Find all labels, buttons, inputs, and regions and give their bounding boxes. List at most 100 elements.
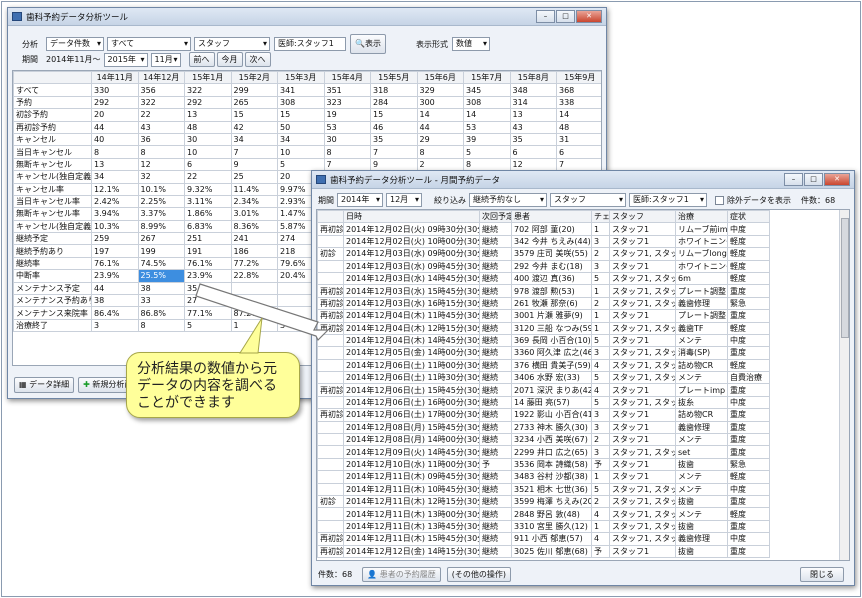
table-cell[interactable]: 1 bbox=[230, 318, 278, 333]
table-cell[interactable]: 9.32% bbox=[184, 182, 232, 196]
table-cell[interactable]: 14 bbox=[416, 108, 464, 122]
list-item[interactable]: 再初診2014年12月04日(木) 12時15分(30分間)継続3120 三船 … bbox=[317, 321, 770, 335]
table-cell[interactable]: 8.36% bbox=[230, 219, 278, 234]
period-year-select[interactable]: 2015年 bbox=[103, 52, 148, 67]
table-cell[interactable]: 2 bbox=[416, 157, 464, 172]
column-header[interactable]: 15年6月 bbox=[416, 71, 464, 85]
table-cell[interactable]: 9 bbox=[230, 157, 278, 172]
table-cell[interactable]: 338 bbox=[556, 95, 601, 110]
column-header[interactable]: 15年1月 bbox=[184, 71, 232, 85]
table-cell[interactable]: 300 bbox=[416, 95, 464, 110]
column-header[interactable]: 次回予定 bbox=[479, 210, 512, 224]
list-item[interactable]: 再初診2014年12月06日(土) 15時45分(30分間)継続2071 深沢 … bbox=[317, 383, 770, 397]
table-cell[interactable]: 29 bbox=[416, 132, 464, 147]
table-cell[interactable]: 32 bbox=[137, 170, 185, 184]
table-cell[interactable]: 48 bbox=[184, 120, 232, 134]
doctor-select[interactable]: 医師:スタッフ1 bbox=[274, 37, 346, 51]
table-cell[interactable]: 44 bbox=[91, 120, 139, 134]
maximize-button[interactable]: □ bbox=[556, 10, 575, 23]
table-cell[interactable]: 191 bbox=[184, 244, 232, 258]
table-cell[interactable]: 318 bbox=[370, 83, 418, 97]
list-item[interactable]: 再初診2014年12月11日(木) 15時45分(30分間)継続911 小西 郁… bbox=[317, 532, 770, 546]
table-cell[interactable]: 8.99% bbox=[137, 219, 185, 234]
list-item[interactable]: 2014年12月03日(水) 09時45分(30分間)継続292 今井 まむ(1… bbox=[317, 259, 770, 273]
table-cell[interactable]: 36 bbox=[137, 132, 185, 147]
table-cell[interactable]: 53 bbox=[323, 120, 371, 134]
column-header[interactable]: 15年8月 bbox=[509, 71, 557, 85]
list-item[interactable]: 再初診2014年12月12日(金) 14時15分(30分間)継続3025 佐川 … bbox=[317, 544, 770, 558]
list-item[interactable]: 2014年12月10日(水) 11時00分(30分間)予3536 岡本 詩織(5… bbox=[317, 457, 770, 472]
list-item[interactable]: 2014年12月06日(土) 11時00分(30分間)継続376 横田 貴美子(… bbox=[317, 358, 770, 373]
list-item[interactable]: 初診2014年12月11日(木) 12時15分(30分間)継続3599 梅澤 ち… bbox=[317, 494, 770, 509]
analysis-window-titlebar[interactable]: 歯科予約データ分析ツール – □ ✕ bbox=[8, 8, 606, 26]
patient-history-button[interactable]: 👤 患者の予約履歴 bbox=[362, 567, 441, 582]
table-cell[interactable]: 44 bbox=[91, 281, 139, 296]
data-type-select[interactable]: データ件数 bbox=[46, 37, 104, 51]
table-cell[interactable]: 7 bbox=[230, 145, 278, 159]
table-cell[interactable]: 2.34% bbox=[230, 194, 278, 209]
table-cell[interactable]: 48 bbox=[556, 120, 601, 134]
narrow-select[interactable]: 継続予約なし bbox=[469, 193, 547, 207]
table-cell[interactable]: 267 bbox=[137, 232, 185, 246]
list-item[interactable]: 再初診2014年12月03日(水) 16時15分(30分間)継続261 牧瀬 那… bbox=[317, 296, 770, 311]
table-cell[interactable]: 35 bbox=[370, 132, 418, 147]
display-format-select[interactable]: 数値 bbox=[451, 37, 490, 51]
table-cell[interactable]: 186 bbox=[230, 244, 278, 258]
column-header[interactable]: 14年11月 bbox=[91, 71, 139, 85]
list-item[interactable]: 2014年12月08日(月) 14時00分(30分間)継続3234 小西 美咲(… bbox=[317, 433, 770, 447]
next-button[interactable]: 次へ bbox=[244, 52, 271, 67]
column-header[interactable]: 15年9月 bbox=[556, 71, 601, 85]
list-item[interactable]: 初診2014年12月03日(水) 09時00分(30分間)継続3579 庄司 美… bbox=[317, 247, 770, 261]
minimize-button[interactable]: – bbox=[784, 173, 803, 186]
table-cell[interactable]: 7 bbox=[556, 157, 601, 172]
table-cell[interactable]: 6 bbox=[184, 157, 232, 172]
exclude-checkbox[interactable] bbox=[715, 195, 724, 205]
column-header[interactable]: 症状 bbox=[727, 210, 770, 224]
column-header[interactable]: 14年12月 bbox=[137, 71, 185, 85]
table-cell[interactable]: 330 bbox=[91, 83, 139, 97]
table-cell[interactable]: 8 bbox=[137, 145, 185, 159]
this-month-button[interactable]: 今月 bbox=[216, 52, 243, 67]
table-cell[interactable]: 35 bbox=[509, 132, 557, 147]
scrollbar-thumb[interactable] bbox=[841, 218, 849, 338]
table-cell[interactable]: 3.11% bbox=[184, 194, 232, 209]
table-cell[interactable]: 10 bbox=[277, 145, 325, 159]
monthly-window-titlebar[interactable]: 歯科予約データ分析ツール - 月間予約データ – □ ✕ bbox=[312, 171, 854, 189]
table-cell[interactable]: 13 bbox=[184, 108, 232, 122]
table-cell[interactable]: 87.2% bbox=[230, 306, 278, 320]
table-cell[interactable]: 292 bbox=[91, 95, 139, 110]
table-cell[interactable]: 9 bbox=[370, 157, 418, 172]
table-cell[interactable]: 10.3% bbox=[91, 219, 139, 234]
table-cell[interactable]: 1.86% bbox=[184, 207, 232, 221]
table-cell[interactable]: 15 bbox=[277, 108, 325, 122]
column-header[interactable]: スタッフ bbox=[609, 210, 676, 224]
list-item[interactable]: 2014年12月09日(火) 14時45分(30分間)継続2299 井口 広之(… bbox=[317, 445, 770, 459]
table-cell[interactable]: 22.8% bbox=[230, 269, 278, 283]
table-cell[interactable]: 76.1% bbox=[184, 256, 232, 271]
list-item[interactable]: 再初診2014年12月03日(水) 15時45分(30分間)継続978 渡部 勲… bbox=[317, 284, 770, 298]
table-cell[interactable]: 8 bbox=[137, 318, 185, 333]
table-cell[interactable]: 11.4% bbox=[230, 182, 278, 196]
table-cell[interactable]: 5 bbox=[463, 145, 511, 159]
table-cell[interactable]: 299 bbox=[230, 83, 278, 97]
column-header[interactable]: 患者 bbox=[511, 210, 592, 224]
table-cell[interactable]: 284 bbox=[370, 95, 418, 110]
table-cell[interactable]: 34 bbox=[230, 294, 278, 308]
column-header[interactable]: 15年2月 bbox=[230, 71, 278, 85]
table-cell[interactable]: 22 bbox=[184, 170, 232, 184]
close-button[interactable]: 閉じる bbox=[800, 567, 844, 582]
category-select[interactable]: すべて bbox=[107, 37, 191, 51]
table-cell[interactable]: 265 bbox=[230, 95, 278, 110]
table-cell[interactable]: 251 bbox=[184, 232, 232, 246]
selected-cell[interactable]: 25.5% bbox=[137, 269, 185, 283]
table-cell[interactable]: 12 bbox=[509, 157, 557, 172]
table-cell[interactable]: 2.25% bbox=[137, 194, 185, 209]
list-item[interactable]: 2014年12月11日(木) 13時45分(30分間)継続3310 宮里 勝久(… bbox=[317, 519, 770, 534]
month-select[interactable]: 12月 bbox=[386, 193, 422, 207]
table-cell[interactable]: 76.1% bbox=[91, 256, 139, 271]
table-cell[interactable]: 86.8% bbox=[137, 306, 185, 320]
table-cell[interactable]: 308 bbox=[277, 95, 325, 110]
list-item[interactable]: 2014年12月02日(火) 10時00分(30分間)継続342 今井 ちえみ(… bbox=[317, 234, 770, 249]
column-header[interactable] bbox=[317, 210, 344, 224]
table-cell[interactable]: 241 bbox=[230, 232, 278, 246]
